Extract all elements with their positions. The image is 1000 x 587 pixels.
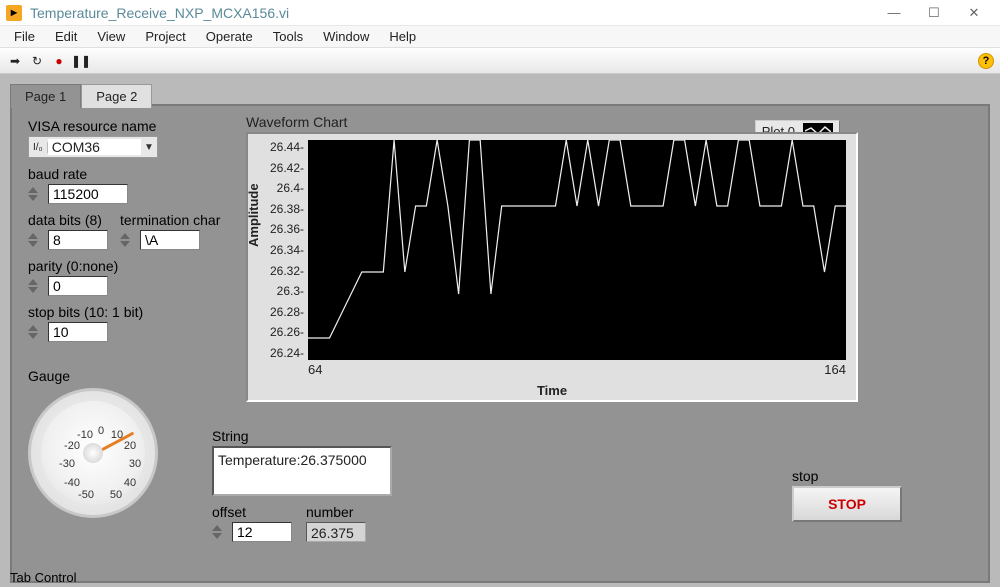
gauge-face: 01020304050-10-20-30-40-50	[41, 401, 145, 505]
visa-label: VISA resource name	[28, 118, 228, 134]
x-tick-min: 64	[308, 362, 322, 377]
run-arrow-icon[interactable]: ➡	[6, 52, 24, 70]
close-button[interactable]: ✕	[954, 2, 994, 24]
tab-control-label: Tab Control	[10, 570, 76, 585]
string-indicator: Temperature:26.375000	[212, 446, 392, 496]
baud-label: baud rate	[28, 166, 228, 182]
pause-icon[interactable]: ❚❚	[72, 52, 90, 70]
help-icon[interactable]: ?	[978, 53, 994, 69]
menu-help[interactable]: Help	[379, 27, 426, 46]
toolbar: ➡ ↻ ● ❚❚ ?	[0, 48, 1000, 74]
y-tick: 26.32-	[268, 264, 304, 278]
gauge-label: Gauge	[28, 368, 158, 384]
termchar-label: termination char	[120, 212, 220, 228]
menu-bar: FileEditViewProjectOperateToolsWindowHel…	[0, 26, 1000, 48]
gauge-tick-label: 20	[124, 440, 136, 452]
baud-spinner[interactable]	[28, 186, 44, 202]
front-panel: Page 1 Page 2 VISA resource name I/₀ COM…	[0, 74, 1000, 587]
combo-arrow-icon: ▼	[141, 142, 157, 153]
string-label: String	[212, 428, 392, 444]
maximize-button[interactable]: ☐	[914, 2, 954, 24]
databits-label: data bits (8)	[28, 212, 108, 228]
io-icon: I/₀	[29, 142, 48, 153]
stopbits-spinner[interactable]	[28, 324, 44, 340]
menu-project[interactable]: Project	[135, 27, 195, 46]
gauge[interactable]: 01020304050-10-20-30-40-50	[28, 388, 158, 518]
stop-button[interactable]: STOP	[792, 486, 902, 522]
tab-control: Page 1 Page 2 VISA resource name I/₀ COM…	[10, 104, 990, 583]
parity-input[interactable]	[48, 276, 108, 296]
offset-input[interactable]	[232, 522, 292, 542]
gauge-center	[83, 443, 103, 463]
offset-spinner[interactable]	[212, 524, 228, 540]
gauge-tick-label: 30	[129, 458, 141, 470]
plot-area[interactable]	[308, 140, 846, 360]
x-axis-label: Time	[248, 383, 856, 398]
menu-window[interactable]: Window	[313, 27, 379, 46]
offset-label: offset	[212, 504, 292, 520]
menu-operate[interactable]: Operate	[196, 27, 263, 46]
waveform-line	[308, 140, 846, 360]
y-tick: 26.34-	[268, 243, 304, 257]
visa-value: COM36	[48, 139, 141, 155]
y-tick: 26.38-	[268, 202, 304, 216]
stop-label: stop	[792, 468, 902, 484]
gauge-tick-label: 10	[111, 429, 123, 441]
termchar-input[interactable]	[140, 230, 200, 250]
menu-view[interactable]: View	[87, 27, 135, 46]
baud-input[interactable]	[48, 184, 128, 204]
gauge-tick-label: 40	[124, 477, 136, 489]
databits-input[interactable]	[48, 230, 108, 250]
number-indicator: 26.375	[306, 522, 366, 542]
stopbits-label: stop bits (10: 1 bit)	[28, 304, 228, 320]
y-tick: 26.36-	[268, 222, 304, 236]
number-label: number	[306, 504, 366, 520]
y-tick: 26.42-	[268, 161, 304, 175]
run-continuous-icon[interactable]: ↻	[28, 52, 46, 70]
y-tick: 26.28-	[268, 305, 304, 319]
stopbits-input[interactable]	[48, 322, 108, 342]
minimize-button[interactable]: —	[874, 2, 914, 24]
tab-page-2[interactable]: Page 2	[81, 84, 152, 108]
menu-edit[interactable]: Edit	[45, 27, 87, 46]
gauge-tick-label: -20	[64, 440, 80, 452]
visa-combo[interactable]: I/₀ COM36 ▼	[28, 136, 158, 158]
gauge-tick-label: 50	[110, 489, 122, 501]
parity-spinner[interactable]	[28, 278, 44, 294]
y-tick: 26.24-	[268, 346, 304, 360]
termchar-spinner[interactable]	[120, 232, 136, 248]
menu-tools[interactable]: Tools	[263, 27, 313, 46]
y-tick: 26.44-	[268, 140, 304, 154]
tab-page-1[interactable]: Page 1	[10, 84, 81, 108]
gauge-tick-label: 0	[98, 425, 104, 437]
databits-spinner[interactable]	[28, 232, 44, 248]
x-tick-max: 164	[824, 362, 846, 377]
y-tick: 26.4-	[268, 181, 304, 195]
chart-frame: Amplitude 26.44-26.42-26.4-26.38-26.36-2…	[246, 132, 858, 402]
gauge-tick-label: -50	[78, 489, 94, 501]
parity-label: parity (0:none)	[28, 258, 228, 274]
y-axis-label: Amplitude	[246, 183, 261, 247]
y-tick: 26.26-	[268, 325, 304, 339]
gauge-tick-label: -40	[64, 477, 80, 489]
app-icon	[6, 5, 22, 21]
window-title: Temperature_Receive_NXP_MCXA156.vi	[30, 5, 289, 21]
y-tick: 26.3-	[268, 284, 304, 298]
abort-icon[interactable]: ●	[50, 52, 68, 70]
menu-file[interactable]: File	[4, 27, 45, 46]
title-bar: Temperature_Receive_NXP_MCXA156.vi — ☐ ✕	[0, 0, 1000, 26]
y-ticks: 26.44- 26.42- 26.4- 26.38- 26.36- 26.34- 26.32…	[268, 140, 304, 360]
gauge-tick-label: -30	[59, 458, 75, 470]
x-ticks: 64 164	[308, 362, 846, 377]
